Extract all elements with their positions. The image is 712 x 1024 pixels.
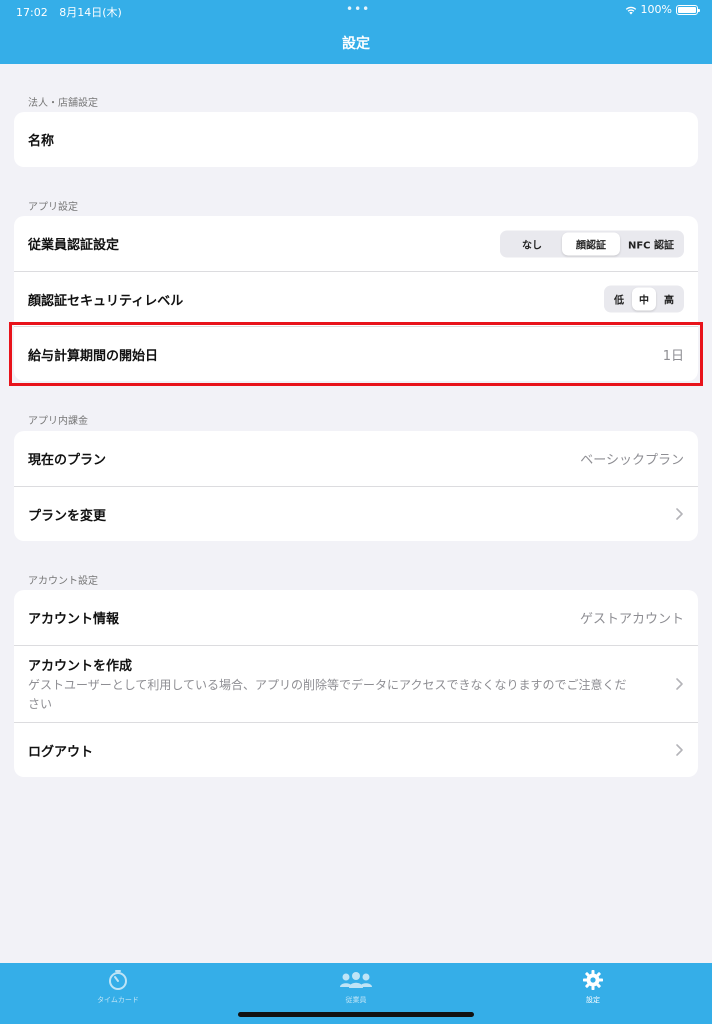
face-security-label: 顔認証セキュリティレベル [28, 293, 184, 309]
tab-settings-label: 設定 [586, 996, 600, 1004]
multitasking-dots[interactable]: ••• [346, 2, 370, 16]
payroll-start-value: 1日 [662, 348, 684, 364]
account-info-value: ゲストアカウント [579, 612, 684, 627]
gear-icon [583, 970, 603, 990]
wifi-icon [625, 6, 636, 14]
segment-medium[interactable]: 中 [632, 287, 656, 311]
card-app-settings: 従業員認証設定 なし 顔認証 NFC 認証 顔認証セキュリティレベル 低 中 高… [14, 216, 698, 381]
status-bar-left: 17:02 8月14日(木) [16, 4, 130, 20]
current-plan-label: 現在のプラン [28, 453, 107, 468]
logout-label: ログアウト [28, 744, 94, 760]
timer-icon [109, 970, 127, 990]
create-account-label: アカウントを作成 [28, 658, 133, 674]
chevron-right-icon [676, 508, 683, 520]
segment-face-auth[interactable]: 顔認証 [562, 232, 620, 255]
status-bar-right: 100% [625, 3, 700, 16]
segment-high[interactable]: 高 [656, 288, 682, 311]
row-logout[interactable]: ログアウト [14, 722, 698, 777]
page-title: 設定 [342, 36, 370, 52]
status-time: 17:02 [16, 6, 48, 19]
chevron-right-icon [676, 678, 683, 690]
account-info-label: アカウント情報 [28, 612, 120, 627]
section-header-account: アカウント設定 [28, 576, 98, 587]
row-face-security: 顔認証セキュリティレベル 低 中 高 [14, 271, 698, 326]
section-header-app: アプリ設定 [28, 202, 78, 213]
row-change-plan[interactable]: プランを変更 [14, 486, 698, 541]
tab-settings[interactable]: 設定 [533, 969, 653, 1005]
row-account-info[interactable]: アカウント情報 ゲストアカウント [14, 590, 698, 645]
tab-timecard[interactable]: タイムカード [58, 969, 178, 1005]
battery-icon [676, 4, 700, 15]
home-indicator [238, 1012, 474, 1017]
navigation-bar: 17:02 8月14日(木) ••• 100% 設定 [0, 0, 712, 64]
row-current-plan[interactable]: 現在のプラン ベーシックプラン [14, 431, 698, 486]
change-plan-label: プランを変更 [28, 508, 107, 524]
card-account: アカウント情報 ゲストアカウント アカウントを作成 ゲストユーザーとして利用して… [14, 590, 698, 777]
row-name-label: 名称 [28, 134, 55, 149]
tab-timecard-label: タイムカード [97, 996, 139, 1004]
row-employee-auth: 従業員認証設定 なし 顔認証 NFC 認証 [14, 216, 698, 271]
tab-employees-label: 従業員 [345, 996, 367, 1004]
battery-percent: 100% [640, 3, 672, 16]
people-icon [340, 972, 372, 988]
row-create-account[interactable]: アカウントを作成 ゲストユーザーとして利用している場合、アプリの削除等でデータに… [14, 645, 698, 722]
segment-nfc-auth[interactable]: NFC 認証 [620, 232, 682, 255]
segment-none[interactable]: なし [502, 232, 562, 255]
segment-low[interactable]: 低 [606, 288, 632, 311]
payroll-start-label: 給与計算期間の開始日 [28, 348, 159, 364]
face-security-segmented-control[interactable]: 低 中 高 [604, 285, 684, 313]
card-billing: 現在のプラン ベーシックプラン プランを変更 [14, 431, 698, 541]
row-name[interactable]: 名称 [14, 112, 698, 167]
employee-auth-segmented-control[interactable]: なし 顔認証 NFC 認証 [500, 230, 684, 257]
employee-auth-label: 従業員認証設定 [28, 238, 120, 253]
section-header-corporate: 法人・店舗設定 [28, 98, 98, 109]
row-payroll-start[interactable]: 給与計算期間の開始日 1日 [14, 326, 698, 381]
create-account-description: ゲストユーザーとして利用している場合、アプリの削除等でデータにアクセスできなくな… [28, 677, 627, 711]
chevron-right-icon [676, 744, 683, 756]
current-plan-value: ベーシックプラン [580, 453, 684, 468]
status-date: 8月14日(木) [59, 6, 122, 19]
section-header-billing: アプリ内課金 [28, 416, 88, 427]
card-corporate: 名称 [14, 112, 698, 167]
tab-employees[interactable]: 従業員 [296, 969, 416, 1005]
